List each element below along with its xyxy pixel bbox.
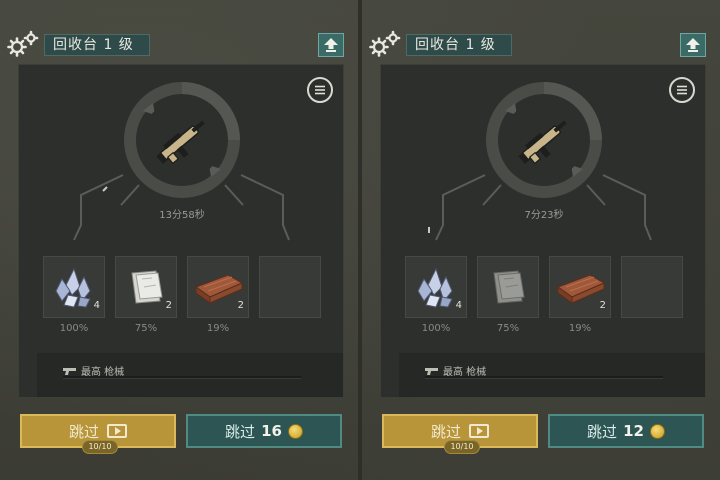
recycler-card: 7分23秒 4 2 100% 75% 19% 最高 枪械 bbox=[380, 64, 706, 398]
recycle-progress-bar bbox=[63, 376, 301, 379]
skip-coin-button[interactable]: 跳过 12 bbox=[548, 414, 704, 448]
coin-icon bbox=[649, 423, 665, 439]
upgrade-button[interactable] bbox=[318, 33, 344, 57]
play-video-icon bbox=[107, 424, 127, 438]
station-title: 回收台 1 级 bbox=[44, 34, 150, 56]
play-video-icon bbox=[469, 424, 489, 438]
output-slot-cloth[interactable]: 2 bbox=[115, 256, 177, 318]
arrow-up-icon bbox=[686, 38, 700, 52]
skip-ad-label: 跳过 bbox=[68, 422, 99, 441]
output-slot-cloth[interactable] bbox=[477, 256, 539, 318]
slot-chance: 75% bbox=[134, 323, 158, 334]
slot-count: 4 bbox=[455, 300, 462, 311]
recycler-panel-left: 回收台 1 级 13分58秒 4 2 2 100% 75% 19% 最高 枪械 … bbox=[0, 0, 360, 480]
skip-ad-label: 跳过 bbox=[430, 422, 461, 441]
rifle-icon bbox=[156, 120, 205, 165]
upgrade-button[interactable] bbox=[680, 33, 706, 57]
coin-cost: 16 bbox=[261, 422, 282, 440]
rifle-icon bbox=[518, 120, 567, 165]
arrow-up-icon bbox=[324, 38, 338, 52]
skip-coin-button[interactable]: 跳过 16 bbox=[186, 414, 342, 448]
output-slot-crystal[interactable]: 4 bbox=[405, 256, 467, 318]
skip-coin-label: 跳过 bbox=[225, 422, 256, 441]
slot-count: 4 bbox=[93, 300, 100, 311]
ad-counter-badge: 10/10 bbox=[82, 440, 118, 454]
output-slot-crystal[interactable]: 4 bbox=[43, 256, 105, 318]
cloth-icon bbox=[493, 270, 525, 304]
ad-counter-badge: 10/10 bbox=[444, 440, 480, 454]
skip-coin-label: 跳过 bbox=[587, 422, 618, 441]
recycle-cycle bbox=[485, 81, 603, 199]
recycler-panel-right: 回收台 1 级 7分23秒 4 2 100% 75% 19% 最高 枪械 跳过 … bbox=[362, 0, 720, 480]
gear-icon[interactable] bbox=[6, 30, 40, 58]
coin-icon bbox=[287, 423, 303, 439]
slot-chance: 100% bbox=[59, 323, 89, 334]
output-slot-plank[interactable]: 2 bbox=[549, 256, 611, 318]
slot-count: 2 bbox=[237, 300, 244, 311]
output-slot-plank[interactable]: 2 bbox=[187, 256, 249, 318]
slot-chance: 100% bbox=[421, 323, 451, 334]
slot-chance: 19% bbox=[568, 323, 592, 334]
recycler-card: 13分58秒 4 2 2 100% 75% 19% 最高 枪械 bbox=[18, 64, 344, 398]
slot-chance: 19% bbox=[206, 323, 230, 334]
pistol-icon bbox=[425, 367, 438, 375]
recycle-timer: 7分23秒 bbox=[524, 210, 564, 221]
output-slot-empty[interactable] bbox=[259, 256, 321, 318]
pistol-icon bbox=[63, 367, 76, 375]
recycle-timer: 13分58秒 bbox=[159, 210, 205, 221]
slot-count: 2 bbox=[165, 300, 172, 311]
recycle-progress-bar bbox=[425, 376, 663, 379]
slot-count: 2 bbox=[599, 300, 606, 311]
slot-chance: 75% bbox=[496, 323, 520, 334]
station-title: 回收台 1 级 bbox=[406, 34, 512, 56]
coin-cost: 12 bbox=[623, 422, 644, 440]
output-slot-empty[interactable] bbox=[621, 256, 683, 318]
gear-icon[interactable] bbox=[368, 30, 402, 58]
recycle-cycle bbox=[123, 81, 241, 199]
